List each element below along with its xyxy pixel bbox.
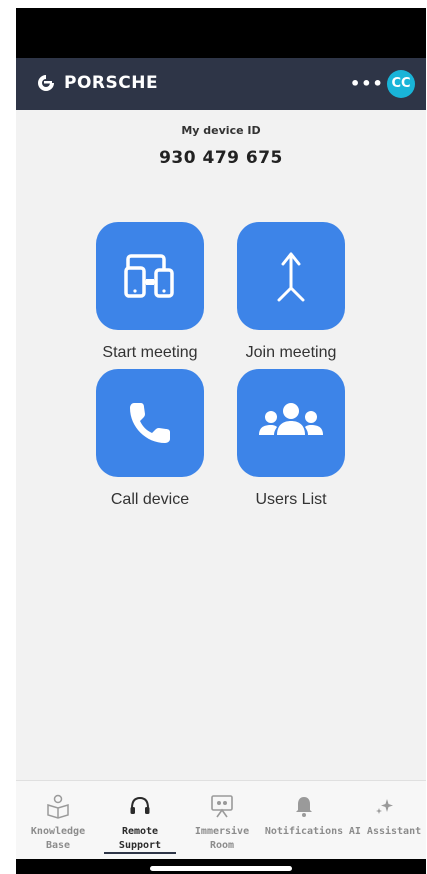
tab-knowledge-base[interactable]: Knowledge Base [20,781,96,859]
tab-notifications[interactable]: Notifications [262,781,346,859]
start-meeting-label: Start meeting [102,344,198,361]
app-logo: PORSCHE [36,73,158,93]
book-person-icon [45,793,71,819]
devices-icon [124,254,174,298]
device-id-value: 930 479 675 [159,148,283,168]
start-meeting-button[interactable] [96,222,204,330]
tab-ai-assistant[interactable]: AI Assistant [346,781,424,859]
app-header: PORSCHE ••• CC [16,58,426,110]
merge-arrow-icon [277,252,305,302]
bottom-tab-bar: Knowledge Base Remote Support Immersive … [16,780,426,859]
tab-remote-support-label: Remote Support [118,826,162,851]
home-indicator [150,866,292,871]
logo-text: PORSCHE [64,73,159,93]
bell-icon [291,793,317,819]
phone-icon [130,403,170,443]
call-device-button[interactable] [96,369,204,477]
tab-immersive-room-label: Immersive Room [194,826,250,851]
tab-notifications-label: Notifications [264,826,344,837]
join-meeting-label: Join meeting [245,344,337,361]
call-device-label: Call device [110,491,190,508]
phone-frame: PORSCHE ••• CC My device ID 930 479 675 … [16,8,426,874]
users-group-icon [259,403,323,435]
more-options-button[interactable]: ••• [350,71,383,97]
active-tab-indicator [104,852,176,854]
presentation-icon [209,793,235,819]
sparkle-icon [372,793,398,819]
users-list-label: Users List [255,491,327,508]
tab-remote-support[interactable]: Remote Support [102,781,178,859]
headset-icon [127,793,153,819]
logo-icon [38,75,54,91]
device-id-label: My device ID [181,124,261,137]
user-avatar[interactable]: CC [387,70,415,98]
tab-immersive-room[interactable]: Immersive Room [184,781,260,859]
main-content: My device ID 930 479 675 Start meeting J… [16,110,426,780]
join-meeting-button[interactable] [237,222,345,330]
tab-knowledge-base-label: Knowledge Base [30,826,86,851]
users-list-button[interactable] [237,369,345,477]
tab-ai-assistant-label: AI Assistant [348,826,422,837]
status-bar [16,8,426,58]
